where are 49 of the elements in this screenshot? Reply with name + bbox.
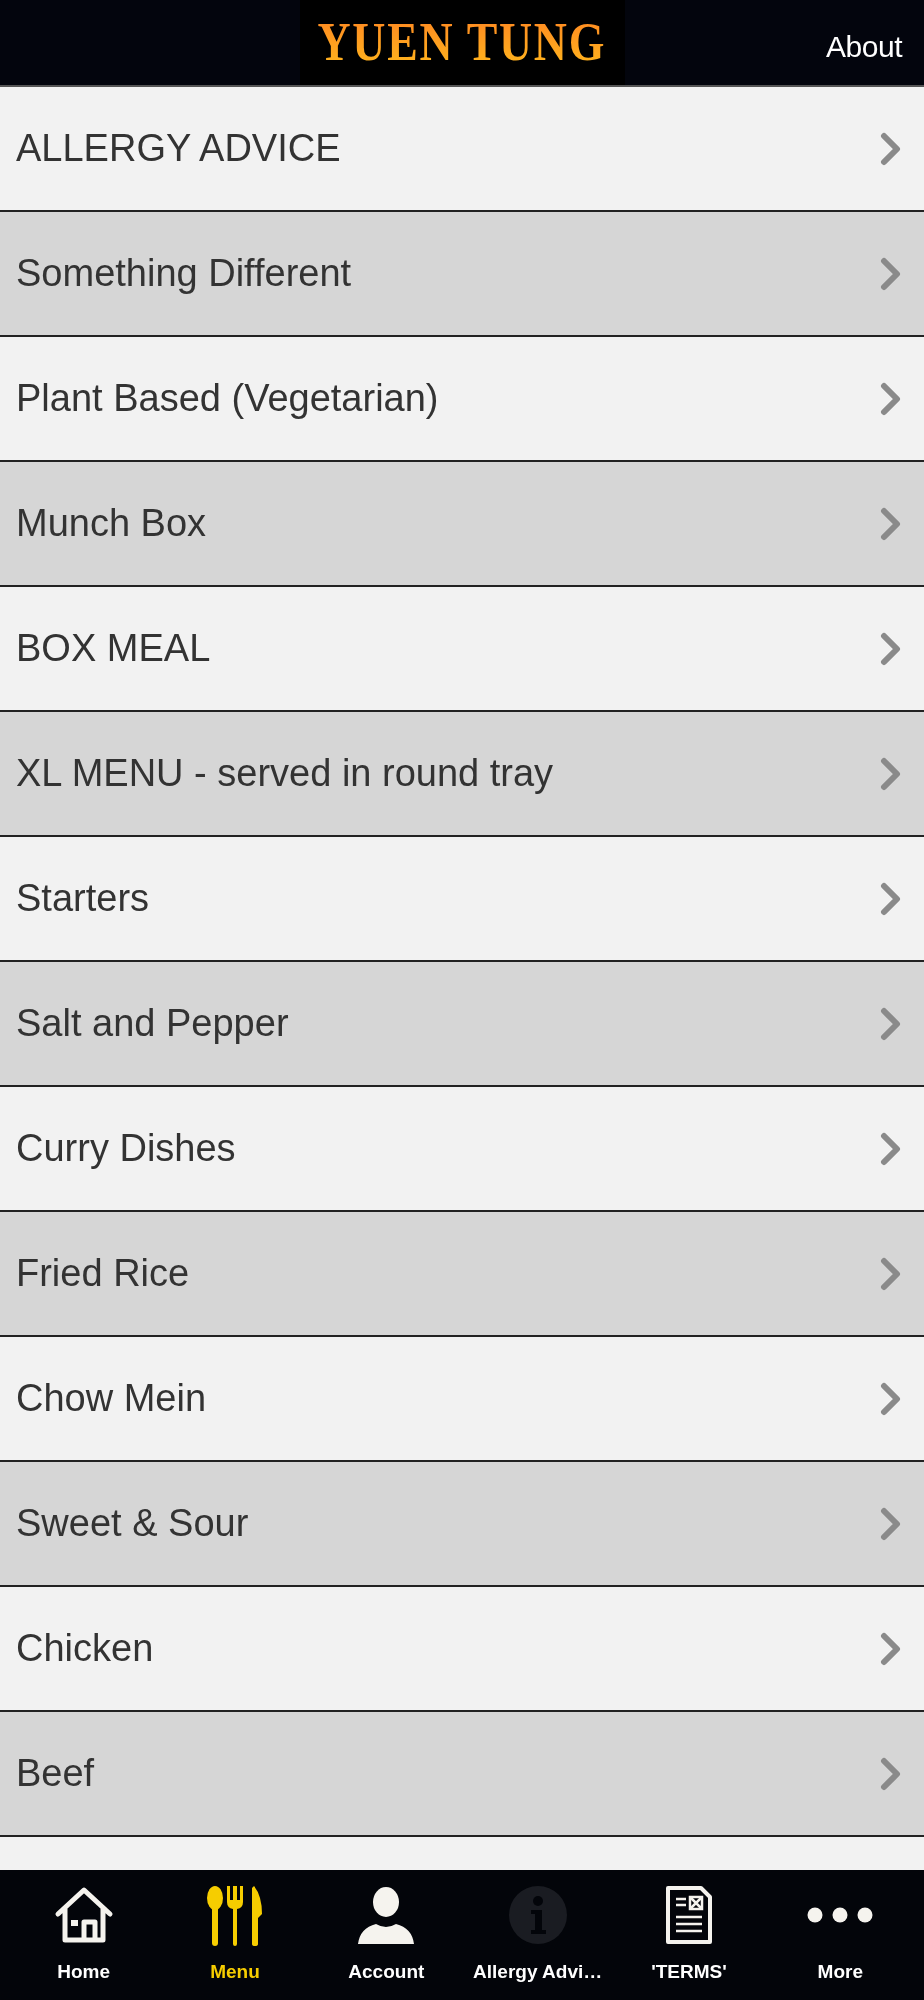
- menu-row-label: Curry Dishes: [16, 1126, 236, 1171]
- chevron-icon: [880, 1381, 902, 1416]
- menu-row-label: ALLERGY ADVICE: [16, 126, 341, 171]
- menu-row[interactable]: XL MENU - served in round tray: [0, 712, 924, 837]
- info-icon: [508, 1885, 567, 1944]
- home-icon: [53, 1885, 114, 1944]
- logo: YUEN TUNG: [299, 0, 625, 85]
- chevron-icon: [880, 1756, 902, 1791]
- cutlery-icon: [206, 1883, 264, 1946]
- menu-row[interactable]: Beef: [0, 1712, 924, 1837]
- tab-bar-item[interactable]: Allergy Advi…: [462, 1870, 614, 2000]
- chevron-icon: [880, 881, 902, 916]
- tab-bar-item[interactable]: Home: [8, 1870, 160, 2000]
- menu-row[interactable]: Something Different: [0, 212, 924, 337]
- tab-bar-item[interactable]: Menu: [159, 1870, 311, 2000]
- chevron-icon: [880, 381, 902, 416]
- more-icon: [807, 1906, 874, 1923]
- tab-bar-item[interactable]: Account: [310, 1870, 462, 2000]
- chevron-icon: [880, 1131, 902, 1166]
- menu-row-label: Starters: [16, 876, 150, 921]
- menu-row-label: Something Different: [16, 251, 352, 296]
- menu-row-label: Beef: [16, 1751, 95, 1796]
- menu-row-label: BOX MEAL: [16, 626, 211, 671]
- chevron-icon: [880, 256, 902, 291]
- chevron-icon: [880, 631, 902, 666]
- chevron-icon: [880, 1506, 902, 1541]
- menu-row-label: Fried Rice: [16, 1251, 190, 1296]
- menu-row[interactable]: Salt and Pepper: [0, 962, 924, 1087]
- chevron-icon: [880, 131, 902, 166]
- menu-row-label: Sweet & Sour: [16, 1501, 249, 1546]
- menu-row-label: Munch Box: [16, 501, 207, 546]
- about-link[interactable]: About: [826, 24, 902, 69]
- tab-bar-item[interactable]: 'TERMS': [613, 1870, 765, 2000]
- menu-row-label: Chicken: [16, 1626, 154, 1671]
- menu-row[interactable]: Fried Rice: [0, 1212, 924, 1337]
- menu-row[interactable]: Munch Box: [0, 462, 924, 587]
- menu-row-label: Salt and Pepper: [16, 1001, 289, 1046]
- menu-row-label: Chow Mein: [16, 1376, 207, 1421]
- chevron-icon: [880, 1631, 902, 1666]
- chevron-icon: [880, 506, 902, 541]
- menu-row-label: Plant Based (Vegetarian): [16, 376, 439, 421]
- chevron-icon: [880, 1256, 902, 1291]
- chevron-icon: [880, 756, 902, 791]
- tab-bar-item[interactable]: More: [764, 1870, 916, 2000]
- person-icon: [356, 1885, 417, 1944]
- menu-row[interactable]: Sweet & Sour: [0, 1462, 924, 1587]
- document-icon: [664, 1884, 713, 1945]
- chevron-icon: [880, 1006, 902, 1041]
- menu-row-label: XL MENU - served in round tray: [16, 751, 554, 796]
